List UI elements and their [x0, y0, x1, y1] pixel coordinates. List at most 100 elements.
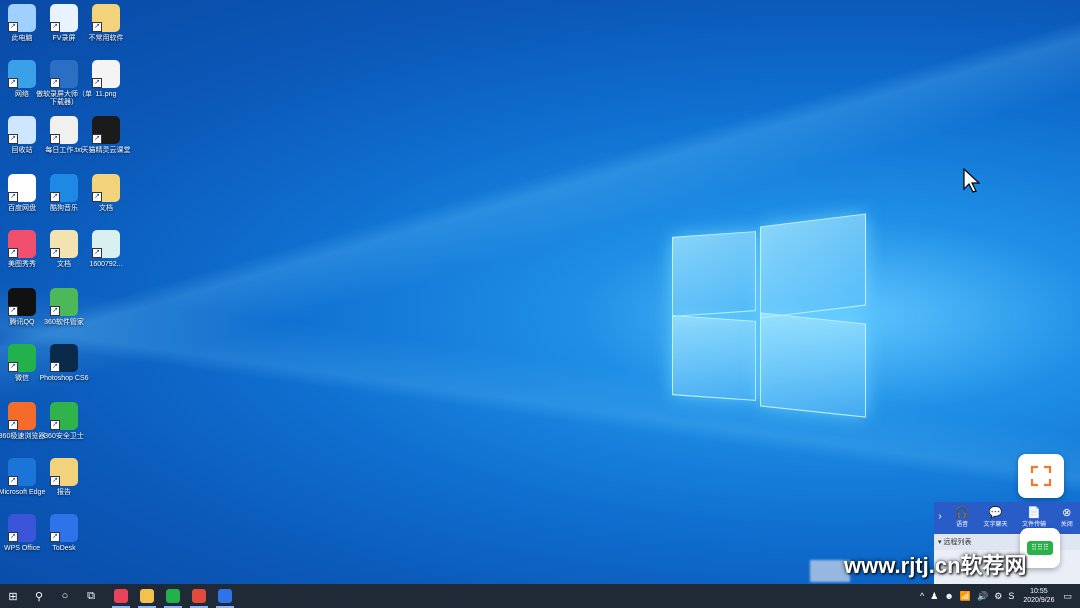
remote-tool-label: 文字聊天	[983, 522, 1008, 528]
browser-360-icon: ↗	[8, 402, 36, 430]
remote-tool-icon: 🎧	[955, 507, 969, 519]
remote-tool-button[interactable]: 🎧 语音	[955, 506, 969, 528]
app-todesk-button[interactable]	[212, 584, 238, 608]
app-chrome-button[interactable]	[186, 584, 212, 608]
expand-fullscreen-button[interactable]	[1018, 454, 1064, 498]
desktop-icon[interactable]: ↗ 11.png	[78, 60, 134, 114]
logo-pane-bottom-left	[672, 315, 756, 401]
desktop-icon[interactable]: ↗ 天猫精灵云课堂	[78, 116, 134, 170]
remote-list-title: 远程列表	[943, 539, 972, 546]
wechat-icon: ↗	[8, 344, 36, 372]
shortcut-arrow-icon: ↗	[50, 22, 60, 32]
notification-center-icon[interactable]: ▭	[1063, 591, 1072, 602]
app-screen-recorder-icon	[114, 589, 128, 603]
keyboard-icon: ⠿⠿⠿	[1027, 541, 1053, 555]
cortana-button[interactable]: ○	[52, 584, 78, 608]
recorder-m-icon: ↗	[50, 60, 78, 88]
remote-toolbar: 🎧 语音 💬 文字聊天 📄 文件传输 ⊗ 关闭	[934, 502, 1080, 532]
shortcut-arrow-icon: ↗	[8, 192, 18, 202]
desktop-icon-label: 1600792...	[89, 261, 123, 268]
desktop-icon-label: 不常用软件	[88, 35, 124, 42]
tray-icons: ^ ♟ ☻ 📶 🔊 ⚙ S	[917, 591, 1017, 602]
shortcut-arrow-icon: ↗	[8, 22, 18, 32]
taskbar-pinned-apps	[108, 584, 238, 608]
app-file-explorer-button[interactable]	[134, 584, 160, 608]
shortcut-arrow-icon: ↗	[50, 532, 60, 542]
app-screen-recorder-button[interactable]	[108, 584, 134, 608]
desktop-icon[interactable]: ↗ 文档	[78, 174, 134, 228]
expand-arrows-icon	[1030, 465, 1052, 487]
windows-logo-wallpaper	[668, 213, 868, 418]
desktop-icon[interactable]: ↗ 报告	[36, 458, 92, 512]
system-tray: ^ ♟ ☻ 📶 🔊 ⚙ S 10:55 2020/9/26 ▭	[917, 584, 1080, 608]
desktop-icon-label: 11.png	[95, 91, 117, 98]
kugou-icon: ↗	[50, 174, 78, 202]
start-button[interactable]: ⊞	[0, 584, 26, 608]
folder-icon: ↗	[92, 4, 120, 32]
image-thumb-icon: ↗	[92, 230, 120, 258]
shortcut-arrow-icon: ↗	[8, 532, 18, 542]
tray-icon[interactable]: 📶	[960, 591, 971, 602]
app-wechat-icon	[166, 589, 180, 603]
remote-tool-button[interactable]: 💬 文字聊天	[984, 506, 1008, 528]
shortcut-arrow-icon: ↗	[50, 134, 60, 144]
software-manager-icon: ↗	[50, 288, 78, 316]
task-view-button[interactable]: ⧉	[78, 584, 104, 608]
qq-penguin-icon: ↗	[8, 288, 36, 316]
tray-icon[interactable]: ♟	[930, 591, 938, 602]
collapse-chevron-icon[interactable]: ›	[934, 502, 946, 532]
desktop-icon[interactable]: ↗ 不常用软件	[78, 4, 134, 58]
desktop-icon-label: Photoshop CS6	[39, 375, 89, 382]
desktop-icon-label: 天猫精灵云课堂	[81, 147, 131, 154]
taskbar-clock[interactable]: 10:55 2020/9/26	[1023, 587, 1054, 605]
desktop-icon[interactable]: ↗ 360软件管家	[36, 288, 92, 342]
shortcut-arrow-icon: ↗	[92, 248, 102, 258]
search-button[interactable]: ⚲	[26, 584, 52, 608]
desktop-icon[interactable]: ↗ 1600792...	[78, 230, 134, 284]
remote-tool-label: 关闭	[1060, 522, 1073, 528]
text-file-icon: ↗	[50, 116, 78, 144]
shortcut-arrow-icon: ↗	[50, 78, 60, 88]
app-file-explorer-icon	[140, 589, 154, 603]
shortcut-arrow-icon: ↗	[92, 78, 102, 88]
task-view-icon: ⧉	[87, 589, 95, 602]
remote-tool-button[interactable]: 📄 文件传输	[1022, 506, 1046, 528]
fv-recorder-icon: ↗	[50, 4, 78, 32]
remote-tool-button[interactable]: ⊗ 关闭	[1061, 506, 1073, 528]
app-chrome-icon	[192, 589, 206, 603]
desktop-icon-label: 报告	[57, 489, 71, 496]
remote-tool-label: 语音	[956, 522, 969, 528]
light-beam-lower	[0, 0, 1080, 608]
todesk-icon: ↗	[50, 514, 78, 542]
shortcut-arrow-icon: ↗	[8, 134, 18, 144]
wps-icon: ↗	[8, 514, 36, 542]
app-wechat-button[interactable]	[160, 584, 186, 608]
shortcut-arrow-icon: ↗	[92, 192, 102, 202]
desktop-icon-label: 360软件管家	[44, 319, 84, 326]
cortana-circle-icon: ○	[61, 590, 69, 602]
desktop-icon[interactable]: ↗ ToDesk	[36, 514, 92, 568]
logo-pane-top-right	[760, 213, 866, 319]
tm-icon: ↗	[92, 116, 120, 144]
tray-icon[interactable]: 🔊	[977, 591, 988, 602]
computer-icon: ↗	[8, 4, 36, 32]
photoshop-icon: ↗	[50, 344, 78, 372]
taskbar: ⊞ ⚲ ○ ⧉ ^ ♟ ☻ 📶 🔊 ⚙ S 10:55 2020/9/26 ▭	[0, 584, 1080, 608]
folder-icon: ↗	[92, 174, 120, 202]
desktop-icon-label: ToDesk	[52, 545, 76, 552]
shortcut-arrow-icon: ↗	[92, 22, 102, 32]
shortcut-arrow-icon: ↗	[50, 192, 60, 202]
shortcut-arrow-icon: ↗	[8, 362, 18, 372]
shortcut-arrow-icon: ↗	[8, 476, 18, 486]
shortcut-arrow-icon: ↗	[8, 78, 18, 88]
tray-icon[interactable]: ☻	[944, 591, 953, 602]
search-icon: ⚲	[34, 590, 44, 603]
shortcut-arrow-icon: ↗	[50, 420, 60, 430]
clock-date: 2020/9/26	[1023, 597, 1055, 604]
desktop-icon-label: 文档	[99, 205, 113, 212]
desktop-icon[interactable]: ↗ 360安全卫士	[36, 402, 92, 456]
desktop-icon[interactable]: ↗ Photoshop CS6	[36, 344, 92, 398]
tray-icon[interactable]: S	[1008, 591, 1014, 602]
tray-icon[interactable]: ⚙	[994, 591, 1002, 602]
tray-icon[interactable]: ^	[920, 591, 924, 602]
